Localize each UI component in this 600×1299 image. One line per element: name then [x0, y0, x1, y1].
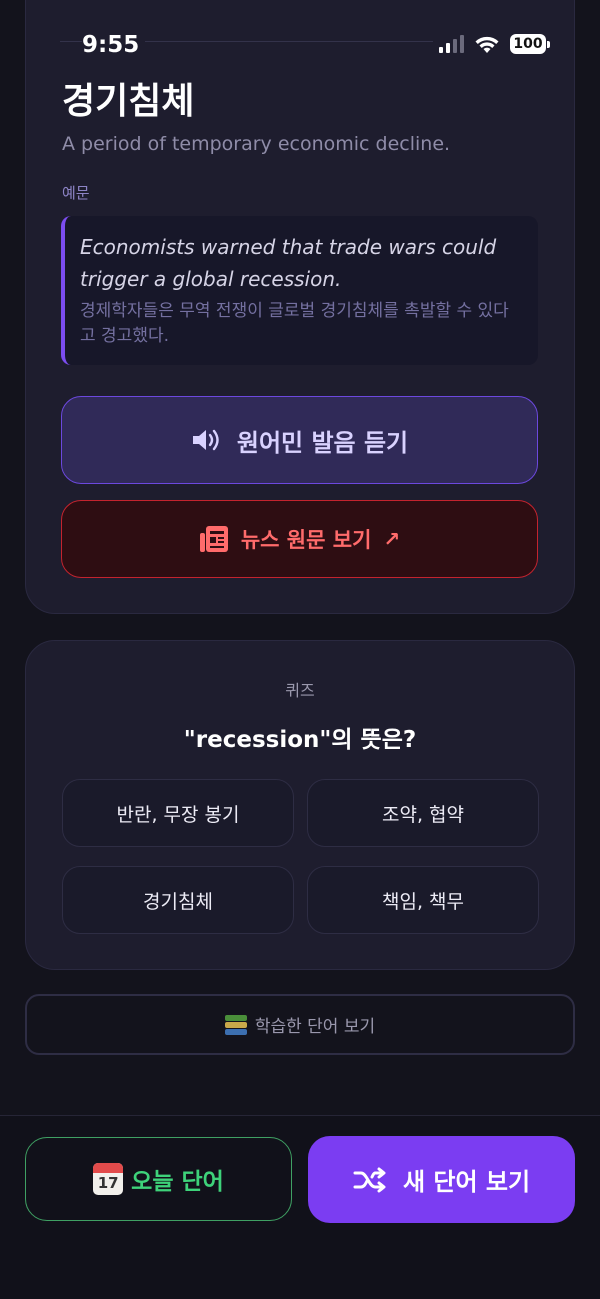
- today-word-button[interactable]: 17 오늘 단어: [25, 1137, 292, 1221]
- example-sentence-ko: 경제학자들은 무역 전쟁이 글로벌 경기침체를 촉발할 수 있다고 경고했다.: [80, 301, 509, 346]
- status-icons: 100: [433, 34, 550, 54]
- quiz-option[interactable]: 책임, 책무: [307, 866, 539, 934]
- status-bar: 9:55 100: [60, 30, 550, 60]
- pronunciation-button[interactable]: 원어민 발음 듣기: [61, 396, 538, 484]
- signal-icon: [439, 35, 464, 53]
- quiz-question: "recession"의 뜻은?: [183, 727, 417, 753]
- learned-words-label: 학습한 단어 보기: [254, 1017, 376, 1037]
- new-word-button[interactable]: 새 단어 보기: [308, 1136, 575, 1223]
- today-word-label: 오늘 단어: [131, 1169, 224, 1195]
- pronunciation-label: 원어민 발음 듣기: [236, 428, 409, 457]
- quiz-label: 퀴즈: [285, 681, 315, 700]
- calendar-day: 17: [97, 1174, 119, 1192]
- speaker-icon: [191, 427, 221, 453]
- quiz-option[interactable]: 조약, 협약: [307, 779, 539, 847]
- word-definition: A period of temporary economic decline.: [62, 133, 451, 155]
- bottom-bar: 17 오늘 단어 새 단어 보기: [0, 1115, 600, 1299]
- status-time: 9:55: [82, 32, 146, 58]
- external-link-icon: ↗: [383, 527, 401, 551]
- new-word-label: 새 단어 보기: [402, 1168, 531, 1196]
- learned-words-button[interactable]: 학습한 단어 보기: [25, 994, 575, 1055]
- newspaper-icon: [199, 525, 229, 553]
- example-label: 예문: [62, 184, 90, 202]
- battery-icon: 100: [510, 34, 550, 54]
- shuffle-icon: [353, 1167, 387, 1193]
- calendar-icon: 17: [93, 1163, 124, 1195]
- news-source-label: 뉴스 원문 보기: [240, 528, 372, 552]
- books-icon: [224, 1014, 247, 1035]
- battery-level: 100: [510, 34, 546, 54]
- quiz-option[interactable]: 경기침체: [62, 866, 294, 934]
- app-screen: 9:55 100 경기침체 A period of temporary econ…: [0, 0, 600, 1299]
- quiz-card: 퀴즈 "recession"의 뜻은? 반란, 무장 봉기 조약, 협약 경기침…: [25, 640, 575, 970]
- wifi-icon: [474, 34, 500, 54]
- quiz-option[interactable]: 반란, 무장 봉기: [62, 779, 294, 847]
- word-title: 경기침체: [62, 81, 195, 122]
- example-box: Economists warned that trade wars could …: [61, 216, 538, 365]
- example-sentence-en: Economists warned that trade wars could …: [80, 235, 497, 291]
- news-source-button[interactable]: 뉴스 원문 보기 ↗: [61, 500, 538, 578]
